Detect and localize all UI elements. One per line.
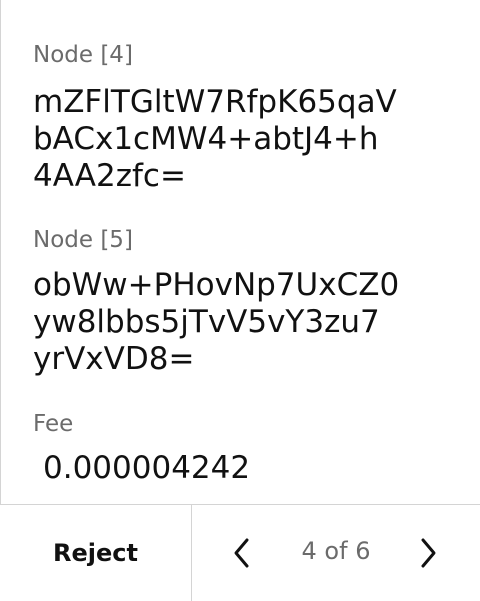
chevron-right-icon [421, 538, 436, 568]
pager: 4 of 6 [192, 505, 480, 601]
reject-button[interactable]: Reject [0, 505, 192, 601]
next-button[interactable] [410, 535, 446, 571]
footer-bar: Reject 4 of 6 [0, 504, 480, 601]
node-5-label: Node [5] [33, 227, 133, 253]
node-4-label: Node [4] [33, 42, 133, 68]
fee-label: Fee [33, 411, 74, 437]
node-5-value: obWw+PHovNp7UxCZ0 yw8lbbs5jTvV5vY3zu7 yr… [33, 267, 400, 377]
node-4-value: mZFlTGltW7RfpK65qaV bACx1cMW4+abtJ4+h 4A… [33, 84, 397, 194]
fee-value: 0.000004242 [43, 450, 251, 486]
left-divider [0, 0, 1, 505]
